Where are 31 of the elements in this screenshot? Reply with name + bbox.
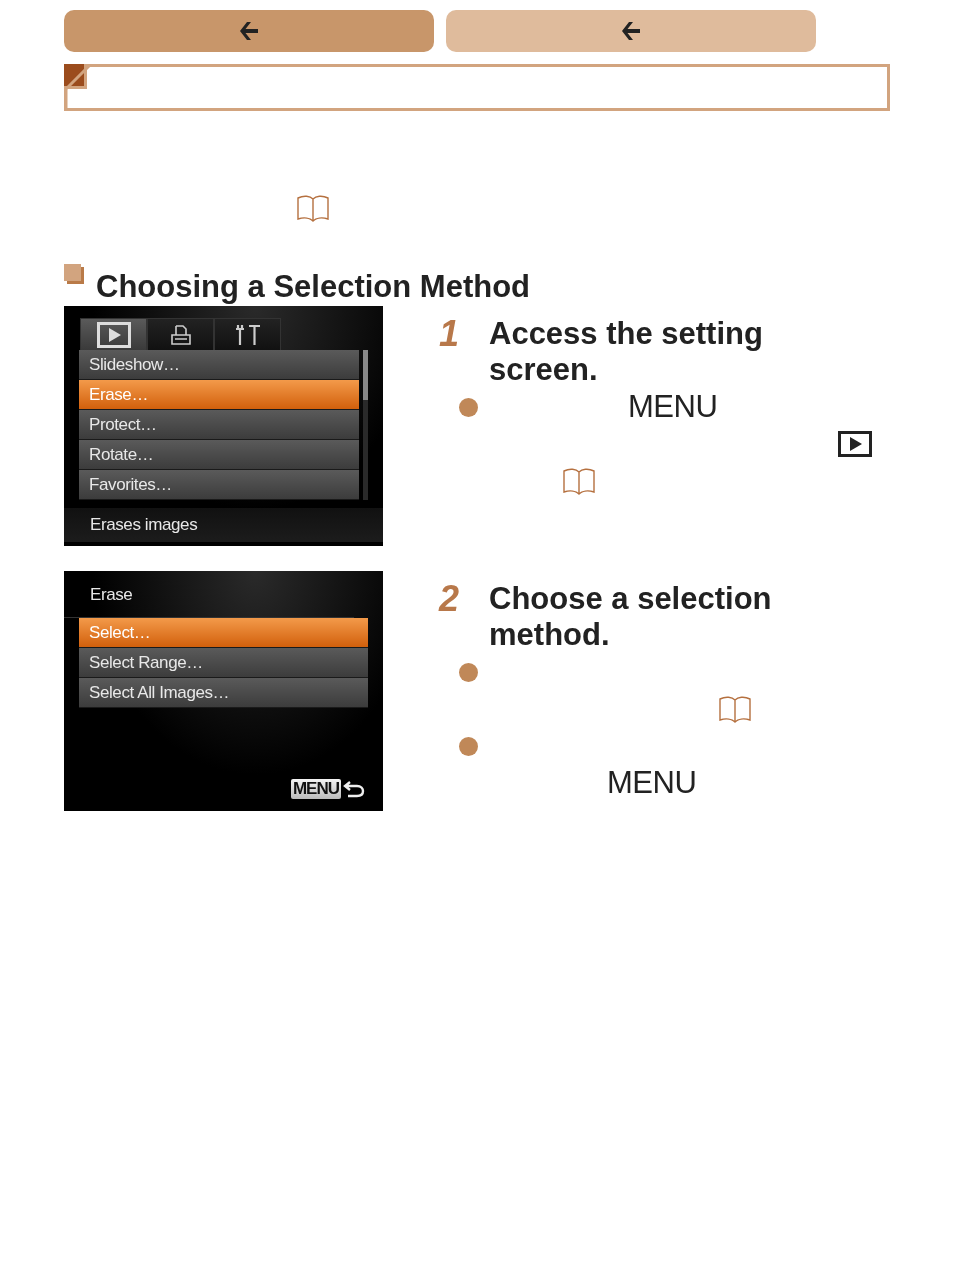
menu-item[interactable]: Slideshow… (79, 350, 359, 380)
square-marker-icon (64, 264, 81, 281)
book-icon[interactable] (296, 194, 330, 222)
menu-item[interactable]: Rotate… (79, 440, 359, 470)
menu-item[interactable]: Select Range… (79, 648, 368, 678)
menu-key-label: MENU (607, 764, 697, 801)
menu-tab[interactable] (214, 318, 281, 350)
step-number: 1 (439, 316, 461, 356)
printer-icon (168, 322, 193, 347)
hint-text: Erases images (64, 508, 383, 542)
return-arrow-icon (343, 779, 365, 799)
menu-key-label: MENU (290, 779, 341, 799)
play-icon (96, 321, 131, 348)
bullet-icon (459, 398, 478, 417)
step-title: Access the setting screen. (489, 316, 764, 388)
menu-item[interactable]: Select All Images… (79, 678, 368, 708)
menu-item[interactable]: Favorites… (79, 470, 359, 500)
section-heading: Choosing a Selection Method (96, 269, 530, 305)
left-arrow-icon (238, 20, 260, 42)
book-icon[interactable] (718, 694, 752, 723)
bullet-icon (459, 737, 478, 756)
step-title: Choose a selection method. (489, 581, 773, 653)
menu-key-label: MENU (628, 388, 718, 425)
left-arrow-icon (620, 20, 642, 42)
book-icon[interactable] (562, 466, 596, 495)
menu-tab[interactable] (147, 318, 214, 350)
step-number: 2 (439, 581, 461, 621)
menu-tab[interactable] (80, 318, 147, 350)
menu-item[interactable]: Protect… (79, 410, 359, 440)
play-icon (838, 430, 872, 457)
bullet-icon (459, 663, 478, 682)
